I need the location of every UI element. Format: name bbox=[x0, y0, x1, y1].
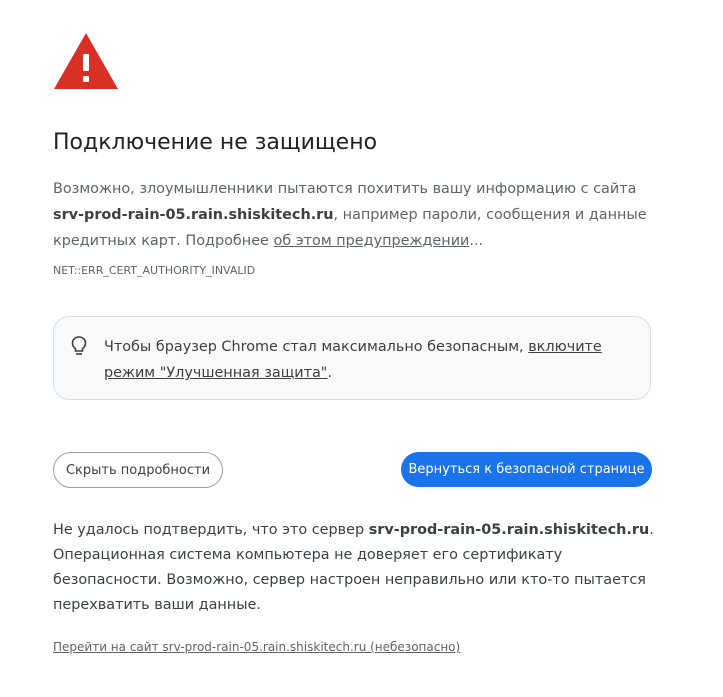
back-to-safety-button[interactable]: Вернуться к безопасной странице bbox=[401, 452, 652, 487]
main-message: Возможно, злоумышленники пытаются похити… bbox=[53, 181, 647, 249]
lightbulb-icon bbox=[71, 336, 87, 355]
warning-triangle-icon bbox=[54, 33, 118, 89]
details-host-name: srv-prod-rain-05.rain.shiskitech.ru bbox=[368, 522, 650, 538]
hide-details-button[interactable]: Скрыть подробности bbox=[53, 452, 223, 488]
learn-more-link[interactable]: об этом предупреждении bbox=[273, 233, 469, 249]
page-title: Подключение не защищено bbox=[53, 130, 378, 155]
interstitial-page: Подключение не защищено Возможно, злоумы… bbox=[0, 0, 723, 697]
host-name: srv-prod-rain-05.rain.shiskitech.ru bbox=[53, 207, 334, 223]
tip-text: Чтобы браузер Chrome стал максимально бе… bbox=[104, 339, 602, 381]
details-message: Не удалось подтвердить, что это сервер s… bbox=[53, 522, 654, 613]
enhanced-protection-tip: Чтобы браузер Chrome стал максимально бе… bbox=[53, 316, 651, 400]
error-code: NET::ERR_CERT_AUTHORITY_INVALID bbox=[53, 264, 256, 277]
proceed-unsafe-link[interactable]: Перейти на сайт srv-prod-rain-05.rain.sh… bbox=[53, 640, 460, 654]
